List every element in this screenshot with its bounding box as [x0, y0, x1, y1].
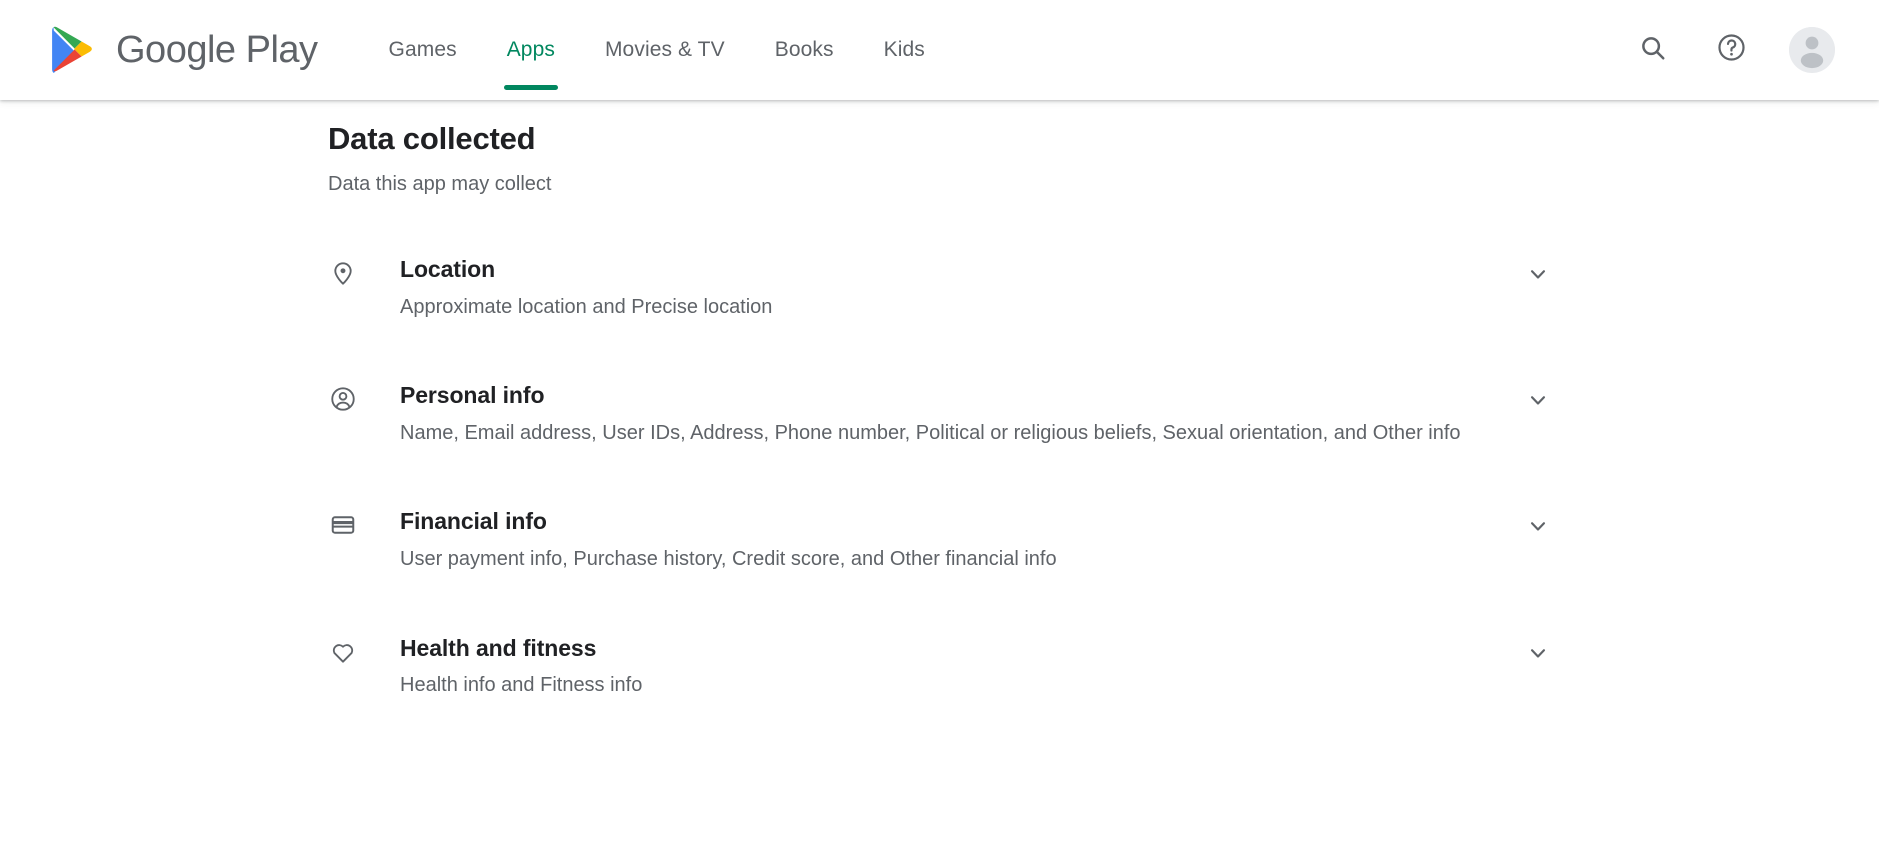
category-title: Personal info: [400, 382, 545, 409]
credit-card-icon: [328, 510, 358, 540]
account-circle-icon: [328, 384, 358, 414]
nav-item-movies-tv[interactable]: Movies & TV: [580, 0, 750, 100]
help-button[interactable]: [1711, 30, 1751, 70]
data-category-row-health-and-fitness[interactable]: Health and fitness Health info and Fitne…: [328, 634, 1555, 703]
category-title: Health and fitness: [400, 634, 597, 661]
content-column: Data collected Data this app may collect…: [0, 120, 1879, 703]
row-body: Health and fitness Health info and Fitne…: [358, 634, 1521, 703]
help-circle-icon: [1716, 32, 1747, 68]
google-play-logo-icon: [44, 22, 100, 78]
category-description: Approximate location and Precise locatio…: [400, 295, 773, 318]
chevron-down-icon[interactable]: [1521, 509, 1555, 543]
row-body: Personal info Name, Email address, User …: [358, 381, 1521, 450]
heart-outline-icon: [328, 637, 358, 667]
nav-item-games[interactable]: Games: [364, 0, 482, 100]
location-pin-icon: [328, 258, 358, 288]
chevron-down-icon[interactable]: [1521, 636, 1555, 670]
brand-home-link[interactable]: Google Play: [44, 22, 318, 78]
category-description: Name, Email address, User IDs, Address, …: [400, 422, 1461, 445]
primary-nav: Games Apps Movies & TV Books Kids: [364, 0, 950, 100]
data-category-row-personal-info[interactable]: Personal info Name, Email address, User …: [328, 381, 1555, 450]
brand-name: Google Play: [116, 28, 318, 71]
category-description: Health info and Fitness info: [400, 674, 643, 697]
nav-item-apps[interactable]: Apps: [482, 0, 580, 100]
chevron-down-icon[interactable]: [1521, 257, 1555, 291]
row-body: Location Approximate location and Precis…: [358, 255, 1521, 324]
header-actions: [1633, 27, 1839, 73]
search-button[interactable]: [1633, 30, 1673, 70]
search-icon: [1638, 33, 1668, 68]
category-title: Financial info: [400, 508, 547, 535]
avatar-icon: [1789, 27, 1835, 73]
site-header: Google Play Games Apps Movies & TV Books…: [0, 0, 1879, 100]
account-avatar[interactable]: [1789, 27, 1835, 73]
data-category-row-financial-info[interactable]: Financial info User payment info, Purcha…: [328, 507, 1555, 576]
row-body: Financial info User payment info, Purcha…: [358, 507, 1521, 576]
data-category-list: Location Approximate location and Precis…: [328, 255, 1555, 703]
category-title: Location: [400, 256, 496, 283]
page-subtitle: Data this app may collect: [328, 173, 552, 196]
category-description: User payment info, Purchase history, Cre…: [400, 548, 1057, 571]
nav-item-books[interactable]: Books: [750, 0, 859, 100]
data-category-row-location[interactable]: Location Approximate location and Precis…: [328, 255, 1555, 324]
nav-item-kids[interactable]: Kids: [859, 0, 950, 100]
main-content: Data collected Data this app may collect…: [0, 100, 1879, 850]
chevron-down-icon[interactable]: [1521, 383, 1555, 417]
page-title: Data collected: [328, 121, 536, 156]
